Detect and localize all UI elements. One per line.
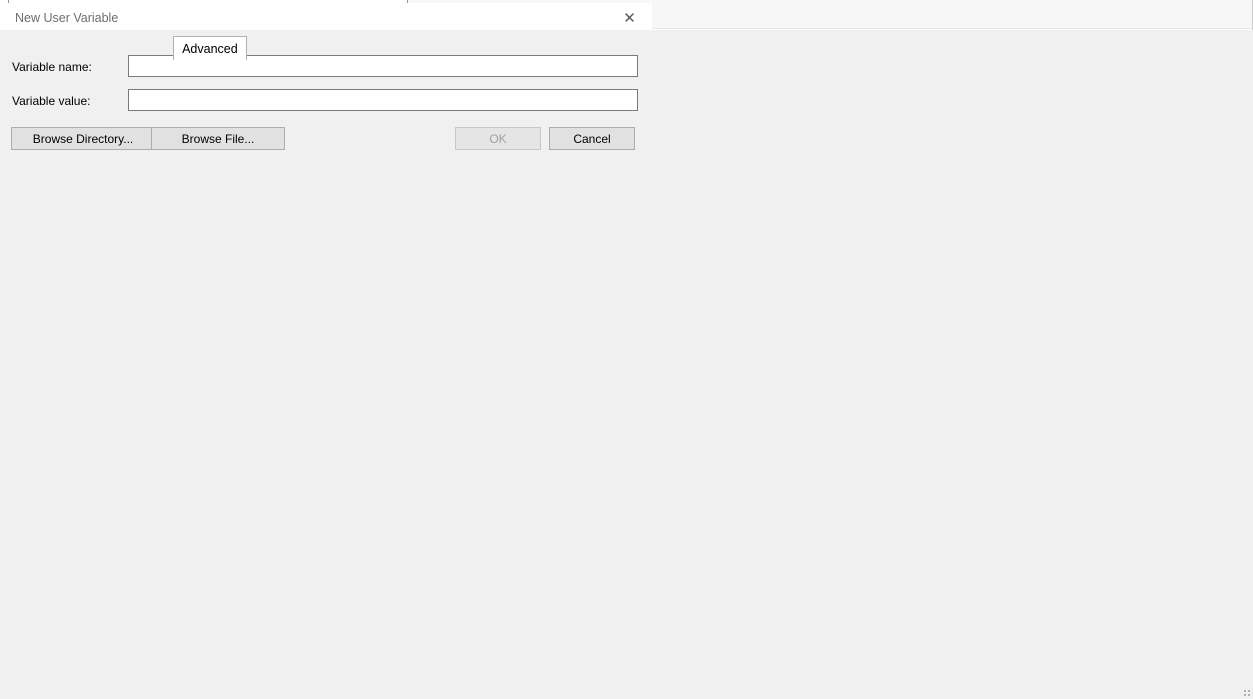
variable-name-label: Variable name: [12,60,92,74]
variable-value-label: Variable value: [12,94,91,108]
tab-advanced[interactable]: Advanced [173,36,247,60]
new-user-variable-dialog[interactable]: New User Variable ✕ Variable name: Varia… [0,0,655,165]
new-user-variable-ok-button: OK [455,127,541,150]
close-icon[interactable]: ✕ [607,3,652,33]
new-user-variable-cancel-button[interactable]: Cancel [549,127,635,150]
new-user-variable-body: Variable name: Variable value: Browse Di… [0,30,1253,699]
new-user-variable-titlebar[interactable]: New User Variable ✕ [3,3,652,33]
browse-file-button[interactable]: Browse File... [151,127,285,150]
new-user-variable-title: New User Variable [3,11,118,25]
resize-grip[interactable] [1240,686,1250,696]
browse-directory-button[interactable]: Browse Directory... [11,127,155,150]
variable-value-input[interactable] [128,89,638,111]
